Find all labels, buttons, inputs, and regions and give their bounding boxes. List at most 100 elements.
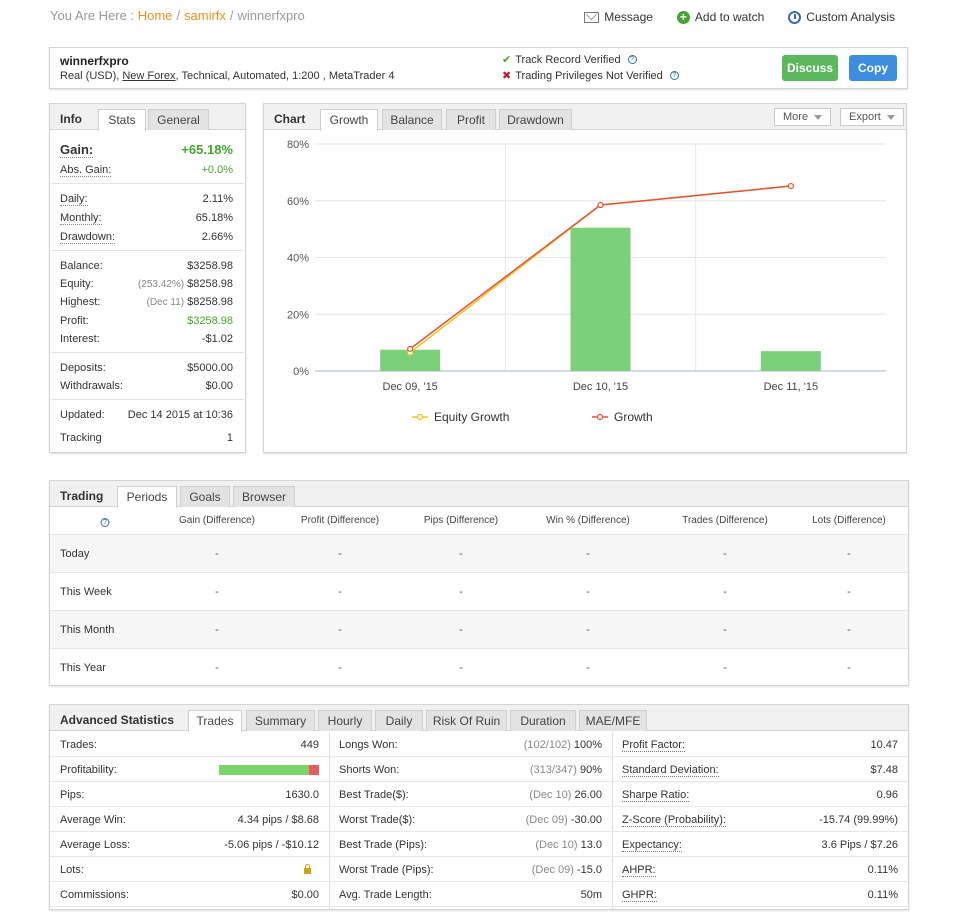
stat-row: Pips: 1630.0 xyxy=(50,782,329,807)
tab-profit[interactable]: Profit xyxy=(446,109,496,130)
balance-row: Balance: $3258.98 xyxy=(60,260,233,272)
balance-label: Balance: xyxy=(60,260,103,272)
table-cell: - xyxy=(215,624,219,636)
drawdown-row: Drawdown: 2.66% xyxy=(60,231,233,244)
add-to-watch-button[interactable]: + Add to watch xyxy=(676,10,764,24)
stat-label: Lots: xyxy=(60,864,84,876)
message-label: Message xyxy=(604,10,653,24)
breadcrumb-separator: / xyxy=(176,8,181,23)
tab-mae-mfe[interactable]: MAE/MFE xyxy=(579,710,647,731)
breadcrumb-home-link[interactable]: Home xyxy=(138,8,173,23)
caret-down-icon xyxy=(886,114,895,120)
tab-stats[interactable]: Stats xyxy=(98,109,146,131)
balance-value: $3258.98 xyxy=(187,260,233,272)
abs-gain-row: Abs. Gain: +0.0% xyxy=(60,164,233,177)
stat-row: Profitability: xyxy=(50,757,329,782)
broker-link[interactable]: New Forex xyxy=(122,70,175,82)
info-tabbar: Info Stats General xyxy=(50,104,245,131)
message-button[interactable]: Message xyxy=(584,10,653,24)
stat-value: 90% xyxy=(579,764,602,776)
table-cell: - xyxy=(847,548,851,560)
highest-value: $8258.98 xyxy=(187,296,233,308)
stat-value-wrap: $7.48 xyxy=(870,764,898,776)
export-dropdown[interactable]: Export xyxy=(840,108,904,126)
account-desc-prefix: Real (USD), xyxy=(60,70,123,82)
stat-label: Average Win: xyxy=(60,814,126,826)
top-actions: Message + Add to watch Custom Analysis xyxy=(584,10,895,24)
x-tick-label: Dec 10, '15 xyxy=(573,381,628,393)
equity-label: Equity: xyxy=(60,278,94,290)
stat-row: Longs Won: (102/102) 100% xyxy=(329,732,612,757)
tab-goals[interactable]: Goals xyxy=(180,486,230,507)
help-icon[interactable]: ? xyxy=(100,518,110,527)
tab-general[interactable]: General xyxy=(148,109,209,130)
advanced-tabbar: Advanced Statistics Trades Summary Hourl… xyxy=(50,705,908,732)
stat-sub: (102/102) xyxy=(523,739,571,751)
stat-row: Expectancy: 3.6 Pips / $7.26 xyxy=(612,832,908,857)
copy-button[interactable]: Copy xyxy=(849,55,897,81)
tab-balance[interactable]: Balance xyxy=(382,109,442,130)
tab-summary[interactable]: Summary xyxy=(246,710,315,731)
table-cell: - xyxy=(723,662,727,674)
stat-value-wrap: (Dec 09) -15.0 xyxy=(532,864,602,876)
stat-value-wrap: 1630.0 xyxy=(285,789,319,801)
chart-tabbar: Chart Growth Balance Profit Drawdown Mor… xyxy=(264,104,906,131)
help-icon[interactable]: ? xyxy=(627,55,637,64)
stat-value-wrap: (Dec 09) -30.00 xyxy=(526,814,602,826)
stat-sub: (Dec 10) xyxy=(529,789,572,801)
stat-value: 50m xyxy=(580,889,602,901)
equity-row: Equity: (253.42%) $8258.98 xyxy=(60,278,233,290)
tab-drawdown[interactable]: Drawdown xyxy=(499,109,572,130)
interest-value: -$1.02 xyxy=(201,333,233,345)
info-panel: Info Stats General Gain: +65.18% Abs. Ga… xyxy=(49,103,246,453)
trading-title: Trading xyxy=(60,489,104,503)
bar xyxy=(760,351,821,371)
tab-daily[interactable]: Daily xyxy=(375,710,423,731)
stat-row: Standard Deviation: $7.48 xyxy=(612,757,908,782)
divider xyxy=(51,352,244,353)
withdrawals-row: Withdrawals: $0.00 xyxy=(60,380,233,392)
stat-label: Profitability: xyxy=(60,764,117,776)
tab-duration[interactable]: Duration xyxy=(510,710,576,731)
row-label: This Week xyxy=(60,586,112,598)
profit-label: Profit: xyxy=(60,315,89,327)
daily-value: 2.11% xyxy=(202,193,233,205)
y-tick-label: 0% xyxy=(293,366,309,378)
tab-periods[interactable]: Periods xyxy=(117,486,177,508)
stat-row: Shorts Won: (313/347) 90% xyxy=(329,757,612,782)
stat-row: Worst Trade($): (Dec 09) -30.00 xyxy=(329,807,612,832)
envelope-icon xyxy=(584,11,600,23)
stat-value: $7.48 xyxy=(870,764,898,776)
custom-analysis-button[interactable]: Custom Analysis xyxy=(788,10,895,24)
stat-value-wrap: 50m xyxy=(581,889,602,901)
table-cell: - xyxy=(338,548,342,560)
updated-value: Dec 14 2015 at 10:36 xyxy=(127,409,233,421)
stat-label: Worst Trade($): xyxy=(339,814,416,826)
stat-value: -5.06 pips / -$10.12 xyxy=(224,839,319,851)
interest-row: Interest: -$1.02 xyxy=(60,333,233,345)
tab-browser[interactable]: Browser xyxy=(233,486,295,507)
stat-value: 0.11% xyxy=(867,889,898,901)
tracking-value: 1 xyxy=(226,432,233,444)
tab-trades[interactable]: Trades xyxy=(188,710,242,732)
lock-icon[interactable] xyxy=(304,864,311,874)
table-row: This Month - - - - - - xyxy=(50,610,908,648)
breadcrumb-user-link[interactable]: samirfx xyxy=(184,8,226,23)
stat-label: Sharpe Ratio: xyxy=(622,789,690,802)
table-row: This Year - - - - - - xyxy=(50,648,908,686)
stat-label: Trades: xyxy=(60,739,97,751)
tab-hourly[interactable]: Hourly xyxy=(318,710,372,731)
help-icon[interactable]: ? xyxy=(669,71,679,80)
track-record-label: Track Record Verified xyxy=(515,53,621,66)
monthly-row: Monthly: 65.18% xyxy=(60,212,233,225)
tab-risk-of-ruin[interactable]: Risk Of Ruin xyxy=(426,710,507,731)
more-dropdown[interactable]: More xyxy=(774,108,832,126)
discuss-button[interactable]: Discuss xyxy=(782,55,838,81)
y-tick-label: 80% xyxy=(287,139,309,151)
stat-label: AHPR: xyxy=(622,864,656,877)
account-name: winnerfxpro xyxy=(60,54,129,68)
table-cell: - xyxy=(586,548,590,560)
stat-sub: (Dec 10) xyxy=(535,839,578,851)
tab-growth[interactable]: Growth xyxy=(320,109,378,131)
col-pips: Pips (Difference) xyxy=(423,515,499,526)
